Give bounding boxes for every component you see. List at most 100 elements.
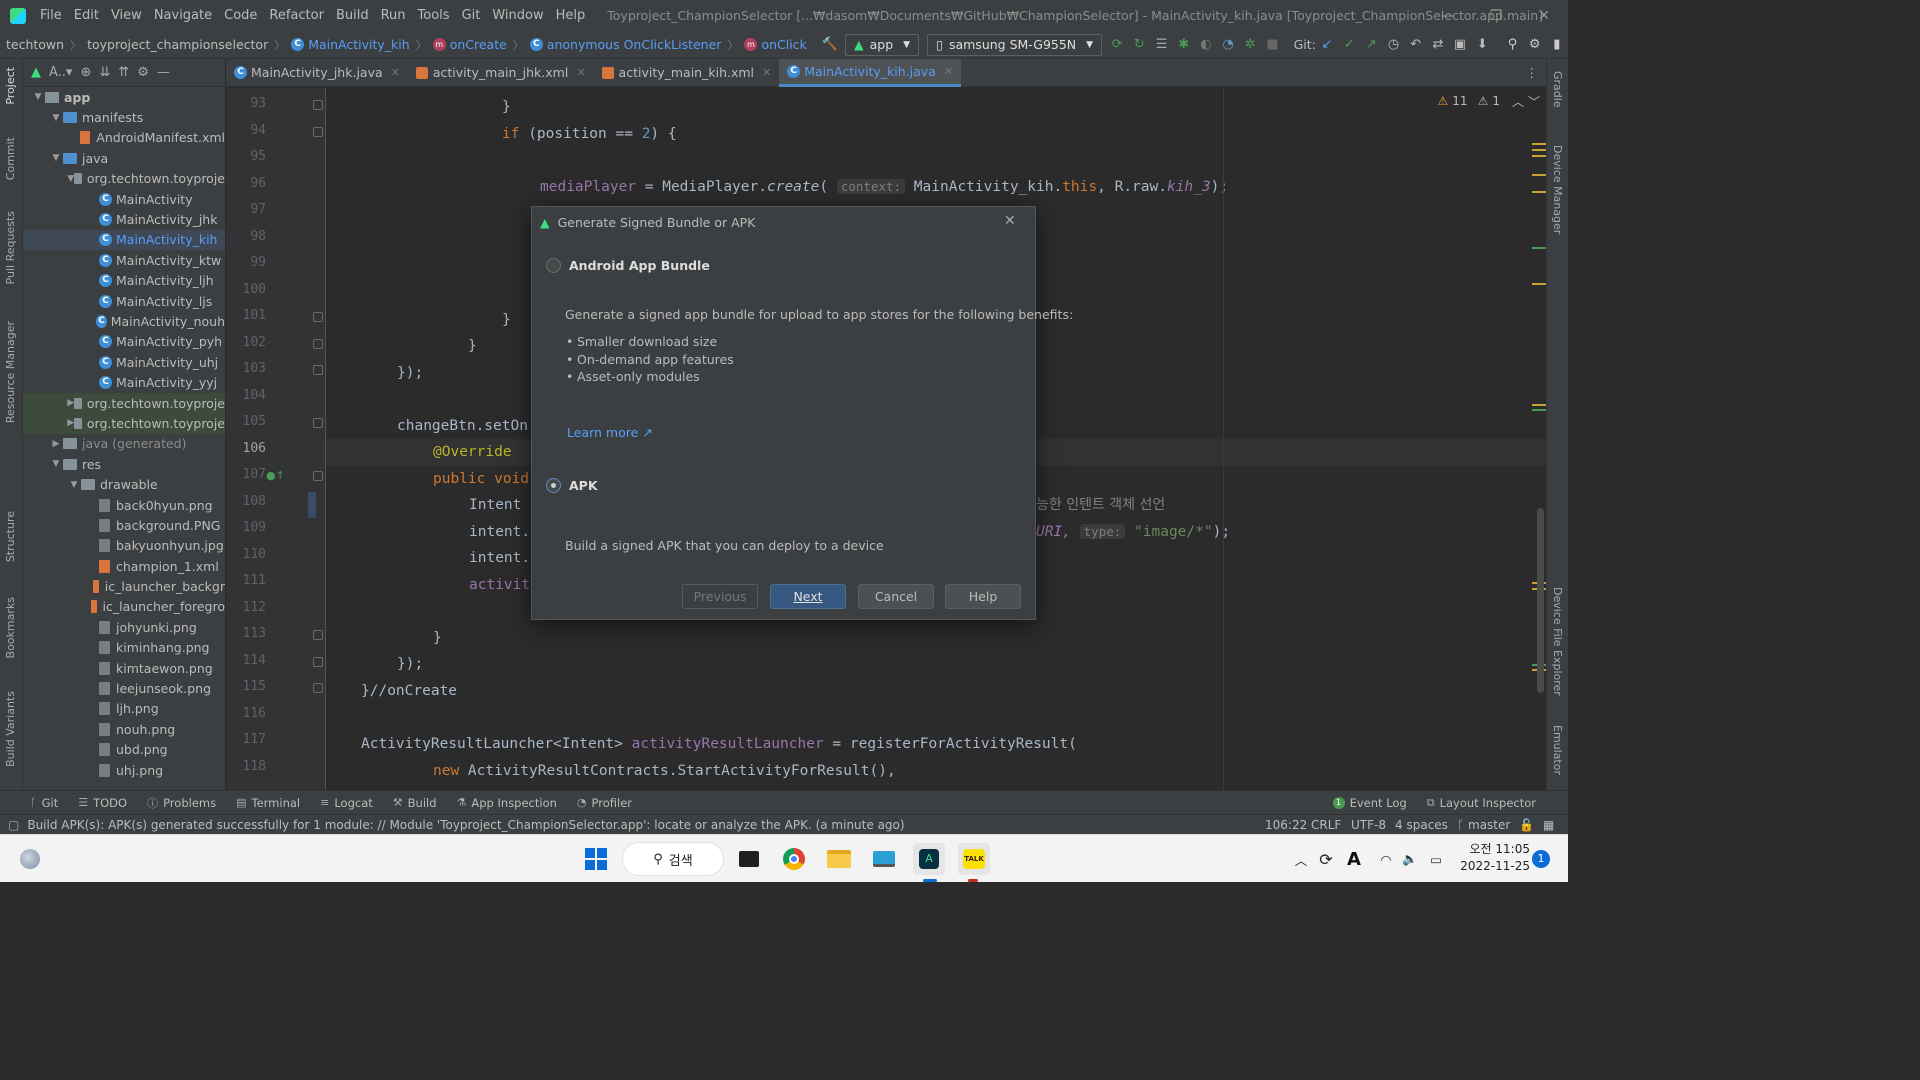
close-icon[interactable]: ✕	[1004, 213, 1016, 229]
error-stripe-mark[interactable]	[1532, 191, 1546, 193]
error-stripe-mark[interactable]	[1532, 404, 1546, 406]
file-explorer-icon[interactable]	[823, 843, 855, 875]
collapse-all-icon[interactable]: ⇈	[118, 65, 129, 80]
tree-item[interactable]: ▼ app	[23, 87, 225, 107]
attach-debugger-icon[interactable]: ✲	[1239, 34, 1261, 56]
tree-item[interactable]: ljh.png	[23, 699, 225, 719]
fold-marker-icon[interactable]	[313, 100, 323, 110]
editor-tab[interactable]: C MainActivity_kih.java ✕	[779, 58, 962, 87]
apply-code-changes-icon[interactable]: ↻	[1128, 34, 1150, 56]
fold-marker-icon[interactable]	[313, 338, 323, 349]
close-icon[interactable]: ✕	[944, 65, 953, 78]
line-number[interactable]: 104	[226, 388, 266, 403]
tree-item[interactable]: ▼ drawable	[23, 474, 225, 494]
tool-tab-device-manager[interactable]: Device Manager	[1551, 145, 1564, 234]
line-number[interactable]: 95	[226, 149, 266, 164]
tool-tab-bookmarks[interactable]: Bookmarks	[4, 597, 17, 658]
chevron-up-icon[interactable]: ︿	[1290, 843, 1312, 875]
tree-item[interactable]: C MainActivity_nouh	[23, 311, 225, 331]
tree-item[interactable]: ▼ org.techtown.toyproje	[23, 169, 225, 189]
chevron-down-icon[interactable]: ▼	[67, 480, 81, 490]
bottom-tab-profiler[interactable]: ◔ Profiler	[567, 791, 642, 815]
tree-item[interactable]: C MainActivity	[23, 189, 225, 209]
apply-changes-restart-icon[interactable]: ⟳	[1106, 34, 1128, 56]
run-config-select[interactable]: ▲ app ▼	[844, 33, 920, 56]
line-number[interactable]: 110	[226, 547, 266, 562]
chevron-down-icon[interactable]: ▼	[67, 174, 74, 184]
close-icon[interactable]: ✕	[762, 66, 771, 79]
editor-tab[interactable]: C MainActivity_jhk.java ✕	[226, 59, 408, 87]
maximize-icon[interactable]: ❐	[1472, 0, 1520, 31]
tree-item[interactable]: ic_launcher_backgr	[23, 576, 225, 596]
tool-tab-structure[interactable]: Structure	[4, 511, 17, 562]
tool-tab-resource-manager[interactable]: Resource Manager	[4, 321, 17, 423]
git-rollback-icon[interactable]: ↶	[1405, 34, 1427, 56]
tree-item[interactable]: C MainActivity_uhj	[23, 352, 225, 372]
tree-item[interactable]: ic_launcher_foregro	[23, 597, 225, 617]
error-stripe-mark[interactable]	[1532, 149, 1546, 151]
change-stripe-mark[interactable]	[1532, 247, 1546, 249]
breadcrumb-anon-class[interactable]: Canonymous OnClickListener	[526, 37, 726, 52]
chevron-right-icon[interactable]: ▶	[67, 398, 74, 408]
tree-item[interactable]: ▼ res	[23, 454, 225, 474]
gear-icon[interactable]: ⚙	[137, 65, 149, 80]
line-number[interactable]: 116	[226, 706, 266, 721]
menu-refactor[interactable]: Refactor	[263, 8, 330, 23]
menu-view[interactable]: View	[105, 8, 148, 23]
line-number[interactable]: 106	[226, 441, 266, 456]
search-icon[interactable]: ⚲	[1501, 34, 1523, 56]
fold-marker-icon[interactable]	[313, 312, 323, 322]
tree-item[interactable]: leejunseok.png	[23, 678, 225, 698]
tree-item[interactable]: champion_1.xml	[23, 556, 225, 576]
line-number[interactable]: 105	[226, 414, 266, 429]
fold-marker-icon[interactable]	[313, 656, 323, 667]
android-studio-taskbar-icon[interactable]: A	[913, 843, 945, 875]
stop-icon[interactable]: ■	[1261, 34, 1283, 56]
minimize-icon[interactable]: —	[1424, 0, 1472, 31]
line-number[interactable]: 112	[226, 600, 266, 615]
tree-item[interactable]: C MainActivity_yyj	[23, 372, 225, 392]
editor-tab[interactable]: activity_main_kih.xml ✕	[594, 59, 780, 87]
lock-icon[interactable]: 🔓	[1519, 818, 1534, 832]
tree-item[interactable]: C MainActivity_ljs	[23, 291, 225, 311]
line-number[interactable]: 113	[226, 626, 266, 641]
editor-tab[interactable]: activity_main_jhk.xml ✕	[408, 59, 594, 87]
menu-file[interactable]: File	[34, 8, 68, 23]
line-number[interactable]: 101	[226, 308, 266, 323]
line-number[interactable]: 108	[226, 494, 266, 509]
run-list-icon[interactable]: ☰	[1150, 34, 1172, 56]
tree-item[interactable]: ubd.png	[23, 740, 225, 760]
tool-tab-emulator[interactable]: Emulator	[1551, 725, 1564, 775]
git-commit-icon[interactable]: ✓	[1338, 34, 1360, 56]
editor-scrollbar[interactable]	[1537, 508, 1544, 693]
chevron-right-icon[interactable]: ▶	[49, 439, 63, 449]
line-number[interactable]: 94	[226, 123, 266, 138]
bottom-tab-build[interactable]: ⚒ Build	[383, 791, 447, 815]
git-history-icon[interactable]: ◷	[1382, 34, 1404, 56]
status-indent[interactable]: 4 spaces	[1395, 818, 1448, 832]
menu-run[interactable]: Run	[375, 8, 412, 23]
git-update-icon[interactable]: ↙	[1316, 34, 1338, 56]
fold-marker-icon[interactable]	[313, 683, 323, 693]
menu-build[interactable]: Build	[330, 8, 375, 23]
bottom-tab-problems[interactable]: ⓘ Problems	[137, 791, 226, 815]
tree-item[interactable]: C MainActivity_kih	[23, 229, 225, 251]
tree-item[interactable]: nouh.png	[23, 719, 225, 739]
tree-item[interactable]: C MainActivity_ljh	[23, 271, 225, 291]
hide-icon[interactable]: —	[157, 65, 170, 80]
menu-navigate[interactable]: Navigate	[148, 8, 218, 23]
inspection-widget[interactable]: ⚠ 11 ⚠ 1 ︿ ﹀	[1430, 88, 1546, 114]
breadcrumb-onclick[interactable]: m onClick	[740, 37, 810, 52]
project-view-select[interactable]: A..▾	[49, 65, 72, 80]
menu-window[interactable]: Window	[486, 8, 549, 23]
bottom-tab-todo[interactable]: ☰ TODO	[68, 791, 137, 815]
sync-gradle-icon[interactable]: ⇄	[1427, 34, 1449, 56]
tree-item[interactable]: background.PNG	[23, 515, 225, 535]
bottom-tab-layout-inspector[interactable]: ⧉ Layout Inspector	[1417, 791, 1568, 815]
breadcrumb-class[interactable]: C MainActivity_kih	[287, 37, 413, 52]
close-icon[interactable]: ✕	[391, 66, 400, 79]
line-number[interactable]: 93	[226, 96, 266, 111]
error-stripe-mark[interactable]	[1532, 143, 1546, 145]
status-git-branch[interactable]: ᚴ master	[1457, 818, 1510, 832]
memory-indicator-icon[interactable]: ▦	[1543, 818, 1554, 832]
